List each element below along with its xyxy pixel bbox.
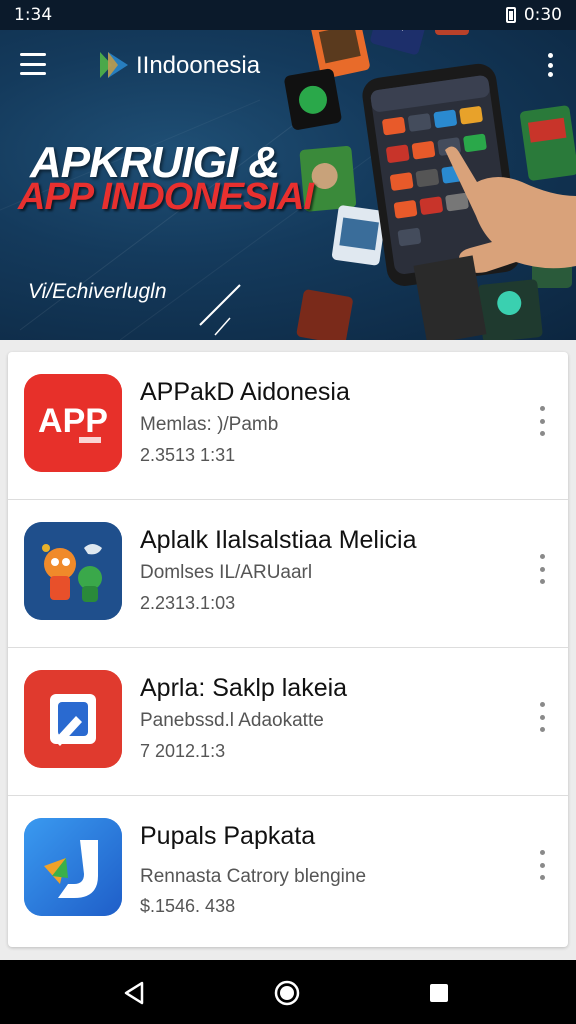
item-overflow-icon[interactable]	[540, 406, 546, 436]
overflow-menu-icon[interactable]	[546, 53, 554, 77]
brand-logo-icon	[100, 52, 128, 78]
svg-text:APP: APP	[38, 402, 108, 440]
app-meta: 7 2012.1:3	[140, 741, 226, 761]
status-bar: 1:34 0:30	[0, 0, 576, 30]
app-subtitle: Panebssd.l Adaokatte	[140, 710, 324, 731]
app-title: Aplalk Ilalsalstiaa Melicia	[140, 526, 417, 554]
brand-title: IIndoonesia	[136, 52, 261, 79]
hero-subtitle: Vi/Echiverlugln	[28, 280, 167, 303]
red-frame-logo-icon	[24, 670, 122, 768]
app-meta: 2.3513 1:31	[140, 445, 236, 465]
item-overflow-icon[interactable]	[540, 850, 546, 880]
app-subtitle: Domlses IL/ARUaarl	[140, 562, 313, 583]
system-nav-bar	[0, 960, 576, 1024]
app-toolbar: IIndoonesia	[0, 40, 576, 90]
app-title: Pupals Papkata	[140, 822, 316, 850]
menu-icon[interactable]	[20, 53, 46, 75]
list-item[interactable]: APP APPakD Aidonesia Memlas: )/Pamb 2.35…	[8, 352, 568, 500]
recents-icon[interactable]	[424, 978, 454, 1008]
item-overflow-icon[interactable]	[540, 702, 546, 732]
cartoon-characters-icon	[24, 522, 122, 620]
list-item[interactable]: Aprla: Saklp lakeia Panebssd.l Adaokatte…	[8, 648, 568, 796]
item-overflow-icon[interactable]	[540, 554, 546, 584]
app-red-logo-icon: APP	[24, 374, 122, 472]
status-time: 1:34	[14, 5, 53, 25]
app-list: APP APPakD Aidonesia Memlas: )/Pamb 2.35…	[8, 352, 568, 947]
app-subtitle: Rennasta Catrory blengine	[140, 866, 367, 887]
blue-arrow-logo-icon	[24, 818, 122, 916]
home-icon[interactable]	[272, 978, 302, 1008]
hero-banner: IIndoonesia APKRUIGI & APP INDONESIAI Vi…	[0, 0, 576, 340]
battery-icon	[505, 7, 516, 23]
list-item[interactable]: Aplalk Ilalsalstiaa Melicia Domlses IL/A…	[8, 500, 568, 648]
app-meta: $.1546. 438	[140, 896, 236, 916]
back-icon[interactable]	[120, 978, 150, 1008]
list-item[interactable]: Pupals Papkata Rennasta Catrory blengine…	[8, 796, 568, 944]
status-right-text: 0:30	[523, 5, 562, 25]
hero-title-secondary: APP INDONESIAI	[18, 176, 314, 218]
app-subtitle: Memlas: )/Pamb	[140, 414, 279, 435]
app-title: Aprla: Saklp lakeia	[140, 674, 348, 702]
app-title: APPakD Aidonesia	[140, 378, 350, 406]
app-meta: 2.2313.1:03	[140, 593, 236, 613]
